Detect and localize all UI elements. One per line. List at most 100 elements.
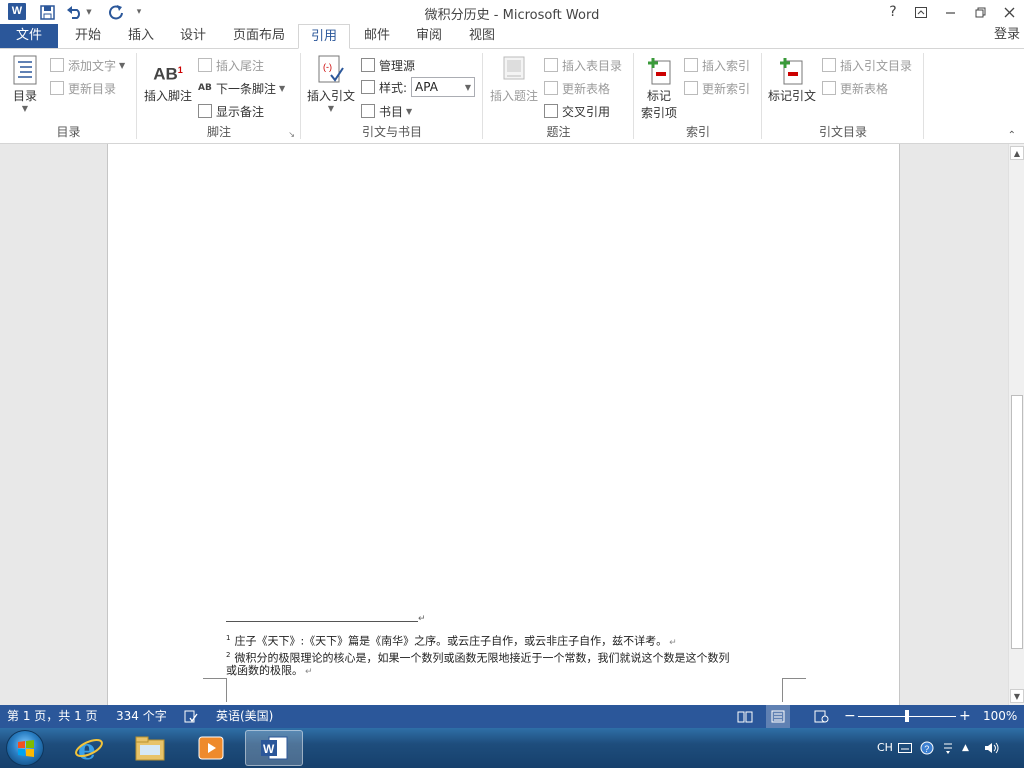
web-layout-icon[interactable] bbox=[814, 705, 832, 728]
svg-text:e: e bbox=[78, 733, 96, 763]
bibliography-button[interactable]: 书目 ▼ bbox=[361, 101, 412, 121]
citation-style-select[interactable]: APA ▼ bbox=[411, 77, 476, 97]
keyboard-icon[interactable] bbox=[898, 728, 914, 768]
tab-insert[interactable]: 插入 bbox=[120, 24, 162, 49]
insert-citation-button[interactable]: (-) 插入引文 ▼ bbox=[305, 55, 357, 113]
update-table-of-figures-label: 更新表格 bbox=[562, 81, 611, 96]
read-mode-icon[interactable] bbox=[737, 705, 755, 728]
update-index-button[interactable]: 更新索引 bbox=[684, 78, 750, 98]
footnote-dialog-launcher-icon[interactable]: ↘ bbox=[288, 130, 295, 139]
insert-table-of-figures-button[interactable]: 插入表目录 bbox=[544, 55, 622, 75]
insert-endnote-button[interactable]: 插入尾注 bbox=[198, 55, 264, 75]
word-app-icon[interactable]: W bbox=[8, 3, 26, 20]
minimize-icon[interactable] bbox=[936, 0, 964, 24]
update-index-label: 更新索引 bbox=[702, 81, 751, 96]
vertical-scrollbar[interactable]: ▲ ▼ bbox=[1008, 144, 1024, 705]
footnote-2-continued[interactable]: 或函数的极限。 ↵ bbox=[226, 663, 313, 680]
update-authorities-icon bbox=[822, 81, 836, 95]
tab-references[interactable]: 引用 bbox=[298, 24, 350, 49]
toc-button[interactable]: 目录 ▼ bbox=[6, 55, 44, 113]
show-hidden-icons-icon[interactable]: ▲ bbox=[962, 728, 974, 768]
word-count[interactable]: 334 个字 bbox=[116, 705, 167, 728]
next-footnote-button[interactable]: AB 下一条脚注 ▼ bbox=[198, 78, 285, 98]
insert-index-button[interactable]: 插入索引 bbox=[684, 55, 750, 75]
help-icon[interactable]: ? bbox=[920, 728, 936, 768]
explorer-icon[interactable] bbox=[121, 730, 179, 766]
ie-icon[interactable]: e bbox=[60, 730, 118, 766]
bibliography-icon bbox=[361, 104, 375, 118]
start-button-icon[interactable] bbox=[6, 730, 44, 766]
toc-dropdown-icon: ▼ bbox=[21, 104, 29, 113]
group-footnotes-label: 脚注 bbox=[206, 125, 231, 139]
show-notes-button[interactable]: 显示备注 bbox=[198, 101, 264, 121]
add-text-icon bbox=[50, 58, 64, 72]
tab-mailings[interactable]: 邮件 bbox=[356, 24, 398, 49]
tab-view[interactable]: 视图 bbox=[460, 24, 504, 49]
customize-qat-icon[interactable]: ▾ bbox=[132, 2, 146, 22]
zoom-in-icon[interactable]: + bbox=[959, 705, 971, 728]
tab-design[interactable]: 设计 bbox=[172, 24, 214, 49]
help-button[interactable]: ? bbox=[879, 0, 907, 24]
undo-icon[interactable]: ▼ bbox=[64, 2, 94, 22]
insert-index-icon bbox=[684, 58, 698, 72]
group-authorities-label: 引文目录 bbox=[818, 125, 867, 139]
mark-citation-icon bbox=[778, 55, 806, 85]
zoom-level[interactable]: 100% bbox=[983, 705, 1017, 728]
mark-entry-icon bbox=[646, 55, 672, 85]
media-player-icon[interactable] bbox=[182, 730, 240, 766]
restore-icon[interactable] bbox=[966, 0, 994, 24]
style-icon bbox=[361, 80, 375, 94]
insert-footnote-label: 插入脚注 bbox=[143, 89, 192, 103]
redo-icon[interactable] bbox=[104, 2, 128, 22]
group-citations-label: 引文与书目 bbox=[361, 125, 422, 139]
insert-caption-button[interactable]: 插入题注 bbox=[487, 55, 541, 104]
update-table-of-authorities-button[interactable]: 更新表格 bbox=[822, 78, 888, 98]
footnote-separator bbox=[226, 621, 418, 622]
manage-sources-button[interactable]: 管理源 bbox=[361, 55, 415, 75]
tab-home[interactable]: 开始 bbox=[66, 24, 110, 49]
document-page[interactable]: ↵ 1 庄子《天下》:《天下》篇是《南华》之序。或云庄子自作，或云非庄子自作，兹不… bbox=[107, 144, 900, 705]
mark-entry-button[interactable]: 标记 索引项 bbox=[638, 55, 680, 121]
volume-icon[interactable] bbox=[984, 728, 1002, 768]
tab-file[interactable]: 文件 bbox=[0, 24, 58, 49]
insert-table-of-figures-label: 插入表目录 bbox=[562, 58, 623, 73]
zoom-out-icon[interactable]: − bbox=[844, 705, 856, 728]
tab-review[interactable]: 审阅 bbox=[408, 24, 450, 49]
paragraph-mark-icon: ↵ bbox=[418, 614, 426, 624]
ime-options-icon[interactable] bbox=[942, 728, 956, 768]
update-toc-button[interactable]: 更新目录 bbox=[50, 78, 116, 98]
save-icon[interactable] bbox=[36, 2, 58, 22]
input-language-indicator[interactable]: CH bbox=[877, 728, 893, 768]
insert-footnote-button[interactable]: AB1 插入脚注 bbox=[141, 55, 195, 104]
mark-citation-label: 标记引文 bbox=[767, 89, 816, 103]
collapse-ribbon-icon[interactable]: ⌃ bbox=[1008, 130, 1016, 141]
page-count[interactable]: 第 1 页，共 1 页 bbox=[7, 705, 98, 728]
language-indicator[interactable]: 英语(美国) bbox=[216, 705, 273, 728]
add-text-button[interactable]: 添加文字 ▼ bbox=[50, 55, 125, 75]
style-label: 样式: bbox=[379, 80, 408, 95]
word-icon[interactable]: W bbox=[245, 730, 303, 766]
insert-endnote-icon bbox=[198, 58, 212, 72]
bibliography-label: 书目 bbox=[379, 104, 404, 119]
print-layout-icon[interactable] bbox=[766, 705, 790, 728]
group-captions-label: 题注 bbox=[546, 125, 571, 139]
scrollbar-thumb[interactable] bbox=[1011, 395, 1023, 649]
sign-in-link[interactable]: 登录 bbox=[994, 24, 1024, 46]
scroll-down-icon[interactable]: ▼ bbox=[1010, 689, 1024, 703]
group-separator bbox=[923, 53, 924, 139]
cross-reference-label: 交叉引用 bbox=[562, 104, 611, 119]
proofing-icon[interactable] bbox=[184, 705, 200, 728]
document-area: ↵ 1 庄子《天下》:《天下》篇是《南华》之序。或云庄子自作，或云非庄子自作，兹不… bbox=[0, 144, 1008, 705]
tab-layout[interactable]: 页面布局 bbox=[226, 24, 292, 49]
scroll-up-icon[interactable]: ▲ bbox=[1010, 146, 1024, 160]
svg-text:W: W bbox=[263, 742, 275, 756]
insert-table-of-authorities-button[interactable]: 插入引文目录 bbox=[822, 55, 912, 75]
update-table-of-figures-button[interactable]: 更新表格 bbox=[544, 78, 610, 98]
footnote-number: 1 bbox=[226, 634, 231, 642]
cross-reference-button[interactable]: 交叉引用 bbox=[544, 101, 610, 121]
close-icon[interactable] bbox=[995, 0, 1023, 24]
zoom-slider[interactable] bbox=[858, 705, 956, 728]
insert-endnote-label: 插入尾注 bbox=[216, 58, 265, 73]
ribbon-display-options-icon[interactable] bbox=[907, 0, 935, 24]
mark-citation-button[interactable]: 标记引文 bbox=[766, 55, 818, 104]
